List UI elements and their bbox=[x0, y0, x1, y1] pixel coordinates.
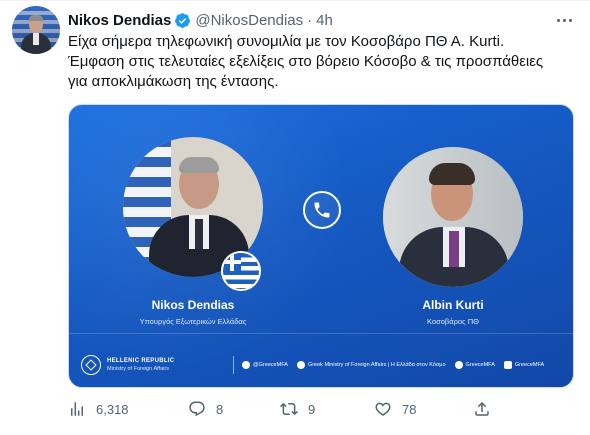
ministry-logo: HELLENIC REPUBLIC Ministry of Foreign Af… bbox=[81, 355, 221, 375]
social-youtube: GreeceMFA bbox=[503, 361, 545, 369]
social-label: GreeceMFA bbox=[514, 362, 545, 368]
tweet-actions: 6,318 8 9 78 bbox=[68, 397, 508, 421]
verified-badge-icon bbox=[175, 12, 191, 28]
twitter-icon bbox=[242, 361, 250, 369]
avatar-hair bbox=[29, 15, 43, 21]
right-person-tie bbox=[449, 231, 459, 267]
more-dot bbox=[562, 18, 566, 22]
retweet-icon bbox=[280, 402, 298, 416]
social-flickr: GreeceMFA bbox=[454, 361, 495, 369]
heart-icon bbox=[375, 402, 391, 416]
more-dot bbox=[556, 18, 560, 22]
tweet-text-line: για αποκλιμάκωση της έντασης. bbox=[68, 73, 279, 90]
retweet-button[interactable]: 9 bbox=[280, 397, 315, 421]
views-button[interactable]: 6,318 bbox=[68, 397, 129, 421]
social-label: GreeceMFA bbox=[465, 362, 495, 368]
avatar-shirt bbox=[33, 33, 39, 45]
avatar[interactable] bbox=[12, 6, 60, 54]
tweet-text: Είχα σήμερα τηλεφωνική συνομιλία με τον … bbox=[68, 32, 578, 92]
tweet-text-line: Έμφαση στις τελευταίες εξελίξεις στο βόρ… bbox=[68, 53, 544, 70]
media-divider bbox=[69, 333, 573, 334]
left-person-hair bbox=[179, 157, 219, 173]
retweet-count: 9 bbox=[308, 401, 316, 417]
timestamp[interactable]: 4h bbox=[316, 12, 333, 29]
author-handle[interactable]: @NikosDendias bbox=[195, 12, 303, 29]
ministry-line2: Ministry of Foreign Affairs bbox=[107, 366, 169, 372]
share-button[interactable] bbox=[473, 397, 491, 421]
social-label: @GreeceMFA bbox=[253, 362, 288, 368]
views-count: 6,318 bbox=[96, 401, 129, 417]
right-person-hair bbox=[429, 163, 475, 185]
ministry-seal-icon bbox=[81, 355, 101, 375]
top-divider bbox=[0, 0, 590, 1]
social-label: Greek Ministry of Foreign Affairs | Η Ελ… bbox=[307, 362, 446, 368]
like-count: 78 bbox=[402, 401, 417, 417]
social-facebook: Greek Ministry of Foreign Affairs | Η Ελ… bbox=[296, 361, 446, 369]
left-person-tie bbox=[195, 219, 203, 249]
share-icon bbox=[475, 401, 489, 416]
views-icon bbox=[71, 402, 83, 416]
tweet-media-image[interactable]: Nikos Dendias Υπουργός Εξωτερικών Ελλάδα… bbox=[68, 104, 574, 388]
right-person-role: Κοσοβάρος ΠΘ bbox=[427, 317, 479, 326]
flickr-icon bbox=[454, 361, 463, 369]
facebook-icon bbox=[296, 361, 305, 369]
more-options-icon[interactable] bbox=[552, 11, 576, 29]
phone-glyph bbox=[314, 202, 330, 218]
footer-separator bbox=[233, 356, 234, 374]
tweet-header: Nikos Dendias @NikosDendias · 4h bbox=[68, 10, 333, 30]
social-twitter: @GreeceMFA bbox=[242, 361, 288, 369]
phone-icon bbox=[303, 191, 341, 229]
like-button[interactable]: 78 bbox=[374, 397, 416, 421]
left-person-name: Nikos Dendias bbox=[151, 298, 235, 312]
greek-flag-icon bbox=[221, 251, 261, 291]
media-footer: HELLENIC REPUBLIC Ministry of Foreign Af… bbox=[69, 351, 573, 379]
flag-cross-horizontal bbox=[223, 260, 241, 264]
tweet-text-line: Είχα σήμερα τηλεφωνική συνομιλία με τον … bbox=[68, 33, 505, 50]
reply-button[interactable]: 8 bbox=[188, 397, 223, 421]
youtube-icon bbox=[503, 361, 512, 369]
author-name[interactable]: Nikos Dendias bbox=[68, 12, 171, 29]
reply-count: 8 bbox=[216, 401, 224, 417]
social-links: @GreeceMFA Greek Ministry of Foreign Aff… bbox=[242, 361, 544, 369]
seal-mark bbox=[85, 359, 97, 371]
more-dot bbox=[568, 18, 572, 22]
ministry-text: HELLENIC REPUBLIC Ministry of Foreign Af… bbox=[107, 357, 174, 373]
right-person-name: Albin Kurti bbox=[422, 298, 484, 312]
reply-icon bbox=[189, 401, 205, 417]
separator-dot: · bbox=[307, 11, 313, 29]
right-person-photo bbox=[383, 147, 523, 287]
left-person-role: Υπουργός Εξωτερικών Ελλάδας bbox=[139, 317, 247, 326]
ministry-line1: HELLENIC REPUBLIC bbox=[107, 358, 175, 364]
